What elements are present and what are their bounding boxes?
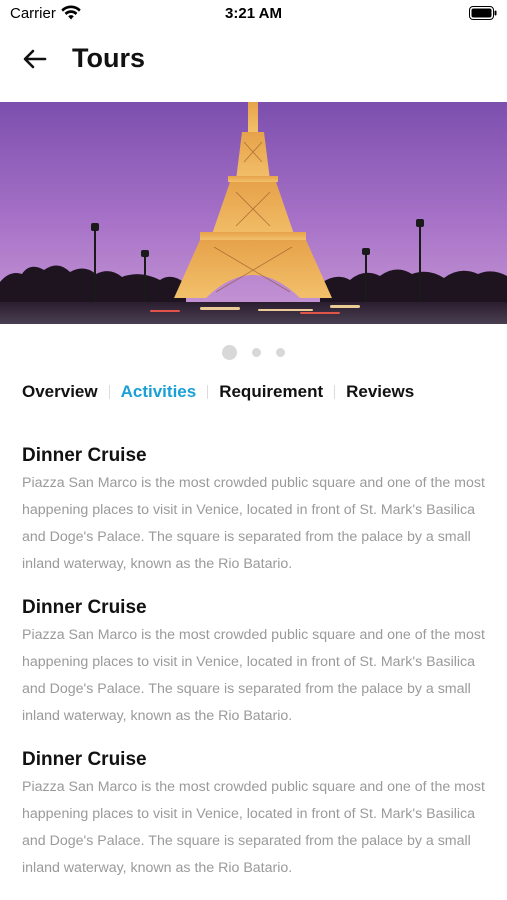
tab-divider [207, 385, 209, 399]
activity-description: Piazza San Marco is the most crowded pub… [22, 627, 485, 724]
hero-image[interactable] [0, 102, 507, 324]
activity-description: Piazza San Marco is the most crowded pub… [22, 475, 485, 572]
image-pager [0, 345, 507, 361]
arrow-left-icon[interactable] [20, 44, 50, 74]
tab-requirement[interactable]: Requirement [219, 382, 323, 402]
activity-description: Piazza San Marco is the most crowded pub… [22, 779, 485, 876]
pager-dot-1[interactable] [222, 345, 237, 360]
tab-activities[interactable]: Activities [121, 382, 197, 402]
activity-item: Dinner Cruise Piazza San Marco is the mo… [22, 596, 487, 730]
eiffel-tower-photo [0, 102, 507, 324]
tab-reviews[interactable]: Reviews [346, 382, 414, 402]
activity-title: Dinner Cruise [22, 597, 147, 618]
tab-divider [334, 385, 336, 399]
app-header: Tours [0, 36, 507, 82]
activity-title: Dinner Cruise [22, 445, 147, 466]
pager-dot-3[interactable] [276, 348, 285, 357]
battery-icon [469, 6, 497, 20]
pager-dot-2[interactable] [252, 348, 261, 357]
activity-item: Dinner Cruise Piazza San Marco is the mo… [22, 444, 487, 578]
activity-title: Dinner Cruise [22, 749, 147, 770]
page-title: Tours [72, 43, 145, 73]
tab-divider [108, 385, 110, 399]
status-bar: Carrier 3:21 AM [0, 0, 507, 28]
tab-overview[interactable]: Overview [22, 382, 98, 402]
tab-bar: Overview Activities Requirement Reviews [22, 380, 414, 404]
activity-item: Dinner Cruise Piazza San Marco is the mo… [22, 748, 487, 882]
activities-list: Dinner Cruise Piazza San Marco is the mo… [22, 444, 487, 900]
clock: 3:21 AM [225, 5, 282, 22]
